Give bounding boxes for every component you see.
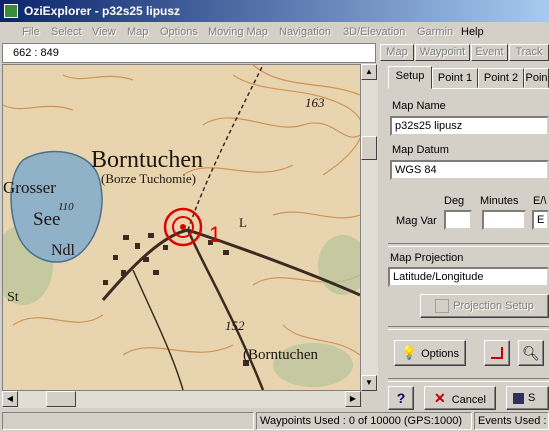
mag-var-minutes-field[interactable] bbox=[482, 210, 526, 230]
menu-view[interactable]: View bbox=[92, 26, 116, 38]
waypoint-toolbar-button[interactable]: Waypoint bbox=[415, 44, 470, 61]
options-label: Options bbox=[421, 348, 460, 360]
map-label-town-sub: (Borze Tuchomie) bbox=[101, 171, 196, 186]
zoom-button[interactable]: 🔍︎ bbox=[518, 340, 544, 366]
coordinate-display: 662 : 849 bbox=[2, 43, 376, 63]
scroll-up-icon[interactable]: ▲ bbox=[361, 64, 377, 80]
menu-map[interactable]: Map bbox=[127, 26, 148, 38]
projection-setup-label: Projection Setup bbox=[453, 300, 534, 312]
menu-options[interactable]: Options bbox=[160, 26, 198, 38]
map-name-label: Map Name bbox=[392, 100, 446, 112]
map-label-town2: (Borntuchen bbox=[243, 347, 318, 363]
tab-point-2[interactable]: Point 2 bbox=[478, 68, 524, 88]
floppy-disk-icon bbox=[513, 392, 524, 404]
cancel-label: Cancel bbox=[451, 394, 486, 406]
ew-label: E/\ bbox=[533, 195, 547, 207]
menu-garmin[interactable]: Garmin bbox=[417, 26, 453, 38]
map-name-field[interactable]: p32s25 lipusz bbox=[390, 116, 549, 136]
scroll-right-icon[interactable]: ▶ bbox=[345, 391, 361, 407]
app-icon bbox=[4, 4, 18, 18]
map-image: Borntuchen (Borze Tuchomie) Grosser See … bbox=[3, 65, 360, 390]
save-button[interactable]: S bbox=[506, 386, 549, 410]
map-properties-panel: Setup Point 1 Point 2 Poin Map Name p32s… bbox=[380, 64, 549, 410]
help-button[interactable]: ? bbox=[388, 386, 414, 410]
status-bar: Waypoints Used : 0 of 10000 (GPS:1000) E… bbox=[0, 410, 549, 432]
events-used-status: Events Used : bbox=[474, 412, 549, 430]
coordinate-text: 662 : 849 bbox=[13, 47, 59, 59]
track-toolbar-button[interactable]: Track bbox=[509, 44, 549, 61]
menu-navigation[interactable]: Navigation bbox=[279, 26, 331, 38]
map-view[interactable]: Borntuchen (Borze Tuchomie) Grosser See … bbox=[2, 64, 361, 391]
map-datum-field[interactable]: WGS 84 bbox=[390, 160, 549, 180]
projection-setup-icon bbox=[435, 299, 450, 314]
map-label-elev2: 152 bbox=[225, 318, 245, 333]
map-label-ndl: Ndl bbox=[51, 242, 76, 259]
map-select-button[interactable] bbox=[484, 340, 510, 366]
menu-moving-map[interactable]: Moving Map bbox=[208, 26, 268, 38]
map-projection-field[interactable]: Latitude/Longitude bbox=[388, 267, 549, 287]
waypoints-used-status: Waypoints Used : 0 of 10000 (GPS:1000) bbox=[256, 412, 472, 430]
scroll-corner bbox=[361, 391, 378, 408]
scroll-left-icon[interactable]: ◀ bbox=[2, 391, 18, 407]
title-bar: OziExplorer - p32s25 lipusz bbox=[0, 0, 549, 22]
map-corner-icon bbox=[491, 347, 503, 359]
vertical-scrollbar[interactable]: ▲ ▼ bbox=[361, 64, 378, 391]
magnifier-icon: 🔍︎ bbox=[522, 345, 540, 361]
mag-var-label: Mag Var bbox=[396, 215, 437, 227]
mag-var-ew-field[interactable]: E bbox=[532, 210, 549, 230]
map-label-elev1: 163 bbox=[305, 95, 325, 110]
divider bbox=[388, 378, 549, 382]
window-title: OziExplorer - p32s25 lipusz bbox=[24, 4, 181, 18]
map-projection-label: Map Projection bbox=[390, 252, 464, 264]
map-label-l: L bbox=[239, 215, 247, 230]
status-panel-empty bbox=[2, 412, 254, 430]
scroll-down-icon[interactable]: ▼ bbox=[361, 375, 377, 391]
waypoint-label: 1 bbox=[209, 222, 221, 247]
cancel-x-icon: ✕ bbox=[434, 390, 446, 406]
map-label-st: St bbox=[7, 290, 19, 305]
event-toolbar-button[interactable]: Event bbox=[471, 44, 508, 61]
options-button[interactable]: 💡 Options bbox=[394, 340, 466, 366]
horizontal-scroll-thumb[interactable] bbox=[46, 391, 76, 407]
minutes-label: Minutes bbox=[480, 195, 519, 207]
map-toolbar-button[interactable]: Map bbox=[380, 44, 414, 61]
projection-setup-button[interactable]: Projection Setup bbox=[420, 294, 549, 318]
cancel-button[interactable]: ✕ Cancel bbox=[424, 386, 496, 410]
save-label: S bbox=[528, 392, 536, 404]
menu-bar: File Select View Map Options Moving Map … bbox=[0, 22, 549, 42]
divider bbox=[388, 326, 549, 330]
horizontal-scrollbar[interactable]: ◀ ▶ bbox=[2, 391, 361, 408]
menu-help[interactable]: Help bbox=[461, 26, 484, 38]
divider bbox=[388, 243, 549, 247]
mag-var-deg-field[interactable] bbox=[444, 210, 472, 230]
menu-file[interactable]: File bbox=[22, 26, 40, 38]
menu-select[interactable]: Select bbox=[51, 26, 82, 38]
map-datum-label: Map Datum bbox=[392, 144, 449, 156]
menu-3d-elevation[interactable]: 3D/Elevation bbox=[343, 26, 405, 38]
map-label-lake2: See bbox=[33, 209, 60, 230]
vertical-scroll-thumb[interactable] bbox=[361, 136, 377, 160]
map-label-elev-lake: 110 bbox=[58, 201, 74, 213]
map-label-lake1: Grosser bbox=[3, 178, 56, 197]
lightbulb-icon: 💡 bbox=[400, 345, 418, 360]
deg-label: Deg bbox=[444, 195, 465, 207]
tab-point-3[interactable]: Poin bbox=[524, 68, 549, 88]
tab-setup[interactable]: Setup bbox=[388, 66, 432, 89]
tab-point-1[interactable]: Point 1 bbox=[432, 68, 478, 88]
map-label-town: Borntuchen bbox=[91, 147, 203, 173]
